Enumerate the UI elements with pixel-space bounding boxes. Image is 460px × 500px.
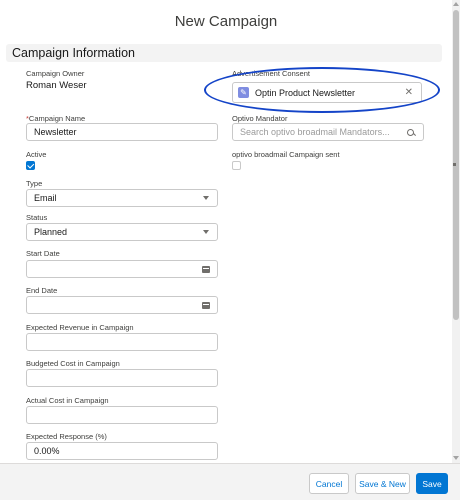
calendar-icon[interactable] <box>202 301 210 309</box>
optivo-sent-label: optivo broadmail Campaign sent <box>232 150 340 159</box>
resize-handle-icon <box>453 163 456 166</box>
section-title: Campaign Information <box>12 46 135 60</box>
end-date-label: End Date <box>26 286 58 295</box>
cancel-button[interactable]: Cancel <box>309 473 349 494</box>
budgeted-cost-input[interactable] <box>26 369 218 387</box>
expected-response-input[interactable]: 0.00% <box>26 442 218 460</box>
record-icon: ✎ <box>238 87 249 98</box>
optivo-mandator-search[interactable]: Search optivo broadmail Mandators... <box>232 123 424 141</box>
optivo-mandator-label: Optivo Mandator <box>232 114 288 123</box>
optivo-sent-checkbox[interactable] <box>232 161 241 170</box>
status-select[interactable]: Planned <box>26 223 218 241</box>
end-date-input[interactable] <box>26 296 218 314</box>
scrollbar[interactable] <box>452 0 460 463</box>
actual-cost-input[interactable] <box>26 406 218 424</box>
status-label: Status <box>26 213 48 222</box>
campaign-name-label-text: Campaign Name <box>28 114 86 123</box>
scroll-down-arrow-icon[interactable] <box>453 456 459 460</box>
modal-footer: Cancel Save & New Save <box>0 463 460 500</box>
active-checkbox[interactable] <box>26 161 35 170</box>
start-date-label: Start Date <box>26 249 60 258</box>
expected-revenue-label: Expected Revenue in Campaign <box>26 323 134 332</box>
active-label: Active <box>26 150 47 159</box>
search-icon <box>407 128 414 136</box>
budgeted-cost-label: Budgeted Cost in Campaign <box>26 359 120 368</box>
type-label: Type <box>26 179 43 188</box>
section-header[interactable]: Campaign Information <box>6 44 442 62</box>
chevron-down-icon <box>203 230 209 234</box>
expected-revenue-input[interactable] <box>26 333 218 351</box>
campaign-owner-value: Roman Weser <box>26 80 87 91</box>
chevron-down-icon <box>203 196 209 200</box>
status-value: Planned <box>34 227 68 237</box>
actual-cost-label: Actual Cost in Campaign <box>26 396 109 405</box>
calendar-icon[interactable] <box>202 265 210 273</box>
type-value: Email <box>34 193 57 203</box>
save-button[interactable]: Save <box>416 473 448 494</box>
start-date-input[interactable] <box>26 260 218 278</box>
advertisement-consent-value: Optin Product Newsletter <box>255 87 356 98</box>
remove-icon[interactable]: ✕ <box>405 87 413 98</box>
campaign-name-label: *Campaign Name <box>26 114 85 123</box>
campaign-name-value: Newsletter <box>34 127 77 137</box>
new-campaign-modal: New Campaign Campaign Information Campai… <box>0 0 452 463</box>
type-select[interactable]: Email <box>26 189 218 207</box>
modal-title: New Campaign <box>174 12 278 30</box>
scroll-up-arrow-icon[interactable] <box>453 2 459 6</box>
campaign-owner-label: Campaign Owner <box>26 69 85 78</box>
expected-response-label: Expected Response (%) <box>26 432 107 441</box>
advertisement-consent-pill[interactable]: ✎ Optin Product Newsletter ✕ <box>232 82 422 103</box>
save-and-new-button[interactable]: Save & New <box>355 473 410 494</box>
advertisement-consent-label: Advertisement Consent <box>232 69 310 78</box>
campaign-name-input[interactable]: Newsletter <box>26 123 218 141</box>
optivo-mandator-placeholder: Search optivo broadmail Mandators... <box>240 127 390 137</box>
expected-response-value: 0.00% <box>34 446 60 456</box>
